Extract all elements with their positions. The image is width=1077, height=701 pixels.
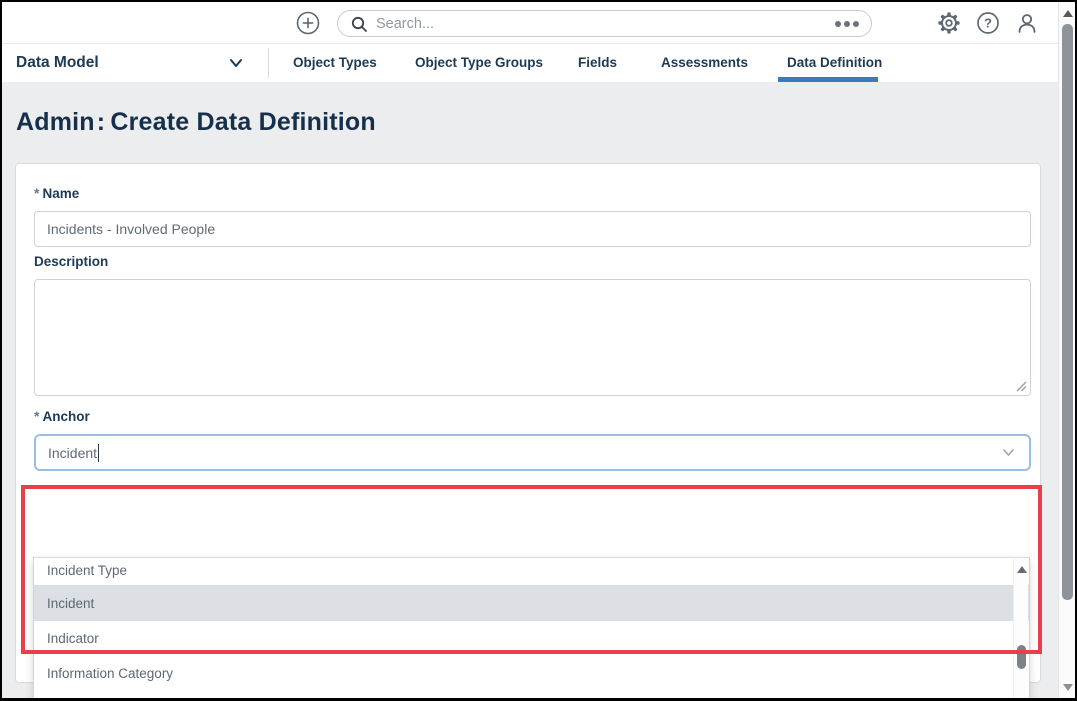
- anchor-dropdown-list: Incident Type Incident Indicator Informa…: [33, 557, 1030, 698]
- scroll-up-arrow-icon[interactable]: [1017, 566, 1027, 573]
- dropdown-option[interactable]: Information Category: [34, 656, 1029, 691]
- page-scrollbar[interactable]: [1058, 2, 1075, 698]
- app-window: ? Data Model Object Types Obje: [0, 0, 1077, 701]
- text-cursor: [98, 443, 100, 462]
- page-title-text: Create Data Definition: [110, 108, 376, 136]
- tab-object-type-groups[interactable]: Object Type Groups: [415, 44, 543, 82]
- search-input[interactable]: [376, 15, 835, 32]
- search-bar[interactable]: [337, 10, 872, 37]
- module-selector[interactable]: Data Model: [16, 44, 99, 82]
- name-field[interactable]: [34, 211, 1031, 247]
- page-title-prefix: Admin: [16, 108, 95, 136]
- chevron-down-icon[interactable]: [1002, 448, 1015, 457]
- tab-assessments[interactable]: Assessments: [661, 44, 748, 82]
- resize-grip-icon[interactable]: [1016, 381, 1027, 392]
- question-circle-icon[interactable]: ?: [976, 11, 1000, 35]
- tab-object-types[interactable]: Object Types: [293, 44, 377, 82]
- dropdown-option[interactable]: Incident Type: [34, 558, 1029, 586]
- svg-text:?: ?: [984, 16, 992, 31]
- dropdown-option[interactable]: Incident: [34, 586, 1029, 621]
- scroll-up-arrow-icon[interactable]: [1063, 10, 1073, 17]
- dropdown-scrollbar-thumb[interactable]: [1017, 645, 1026, 669]
- anchor-combobox[interactable]: Incident: [34, 434, 1031, 471]
- required-marker: *: [34, 185, 40, 201]
- person-icon[interactable]: [1015, 11, 1039, 35]
- description-field[interactable]: [34, 279, 1031, 396]
- page-content: Admin:Create Data Definition *Name Descr…: [2, 82, 1058, 698]
- description-field-wrap: [34, 279, 1031, 396]
- nav-divider: [268, 48, 269, 78]
- module-selector-label: Data Model: [16, 54, 99, 71]
- required-marker: *: [34, 408, 40, 424]
- dropdown-option[interactable]: Indicator: [34, 621, 1029, 656]
- more-options-icon[interactable]: [835, 20, 859, 27]
- plus-circle-icon[interactable]: [296, 11, 320, 35]
- dropdown-option[interactable]: Injury: [34, 691, 1029, 698]
- name-label: * Name: [34, 185, 80, 201]
- nav-bar: Data Model Object Types Object Type Grou…: [2, 44, 1058, 82]
- anchor-label: * Anchor: [34, 408, 90, 424]
- dropdown-scrollbar[interactable]: [1013, 559, 1028, 698]
- gear-icon[interactable]: [937, 11, 961, 35]
- top-bar: ?: [2, 2, 1058, 44]
- scroll-down-arrow-icon[interactable]: [1063, 684, 1073, 691]
- tab-fields[interactable]: Fields: [578, 44, 617, 82]
- magnifier-icon: [350, 15, 368, 33]
- page-title: Admin: Create Data Definition: [16, 108, 376, 137]
- description-label: Description: [34, 254, 109, 269]
- chevron-down-icon[interactable]: [229, 58, 243, 68]
- page-scrollbar-thumb[interactable]: [1062, 24, 1073, 600]
- anchor-combobox-value: Incident: [48, 444, 98, 461]
- page-title-separator: :: [96, 108, 106, 136]
- app-surface: ? Data Model Object Types Obje: [2, 2, 1075, 698]
